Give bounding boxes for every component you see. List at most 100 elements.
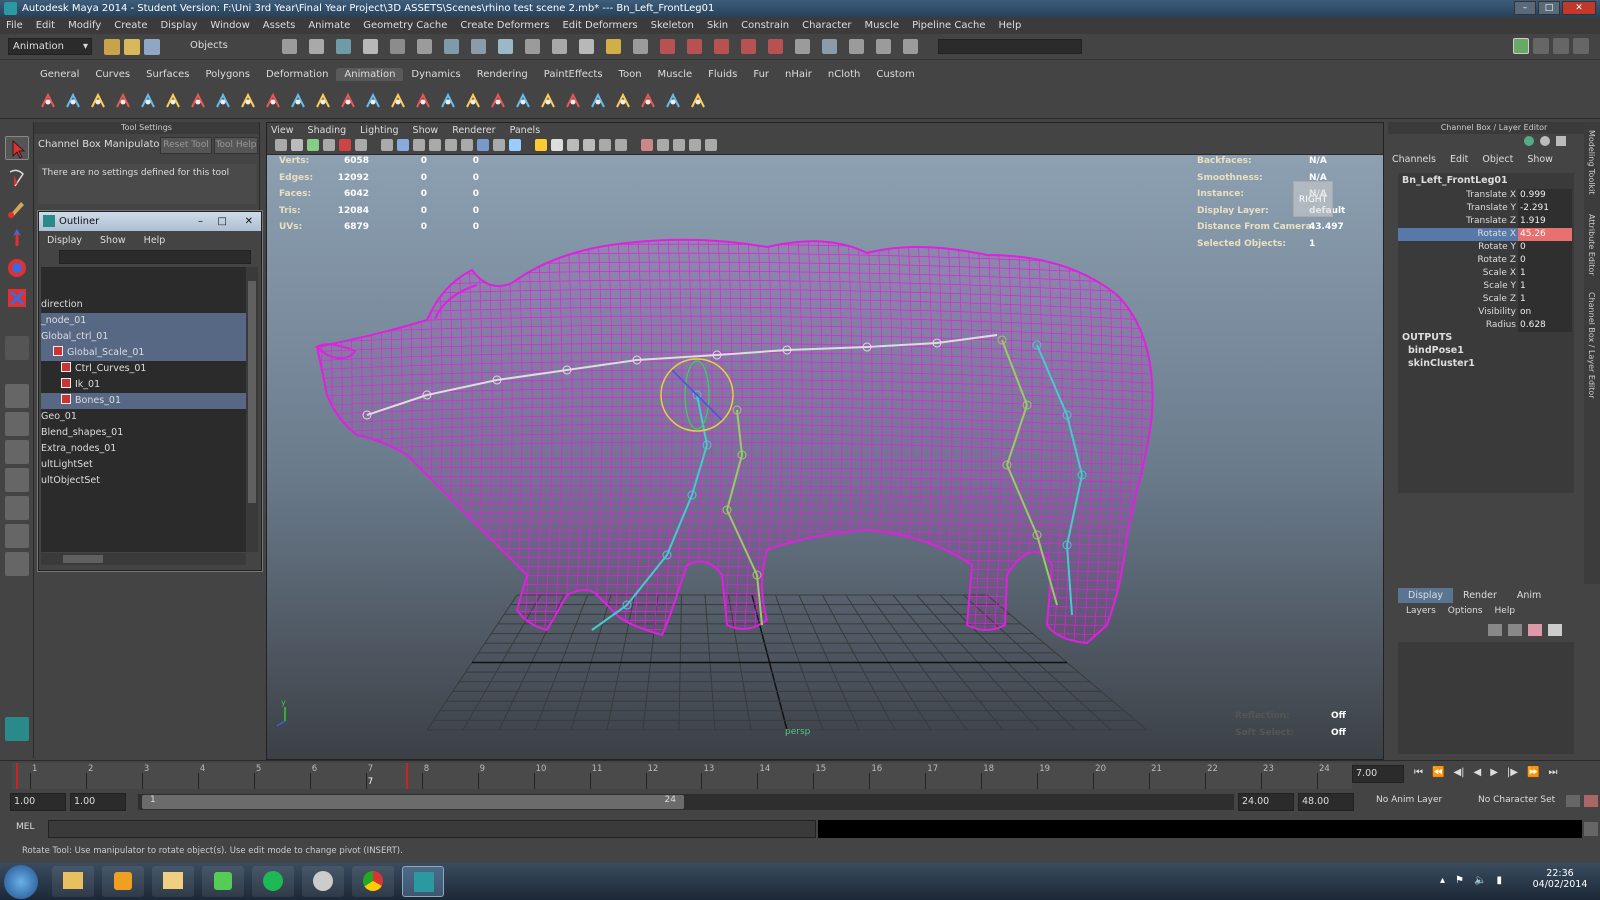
status-tool-21-icon[interactable]: [822, 39, 837, 54]
go-to-end-icon[interactable]: ⏭: [1548, 767, 1557, 778]
move-tool-icon[interactable]: [5, 226, 29, 250]
output-skincluster1[interactable]: skinCluster1: [1408, 358, 1475, 369]
channel-box-toggle-icon[interactable]: [1573, 38, 1589, 54]
tool-help-button[interactable]: Tool Help: [214, 137, 258, 154]
quick-select-input[interactable]: [938, 39, 1082, 54]
shelf-tab-painteffects[interactable]: PaintEffects: [536, 68, 611, 81]
layout-uv-icon[interactable]: [5, 552, 29, 576]
status-tool-14-icon[interactable]: [633, 39, 648, 54]
shelf-tool-4-icon[interactable]: [113, 91, 133, 111]
attribute-editor-toggle-icon[interactable]: [1533, 38, 1549, 54]
status-tool-7-icon[interactable]: [444, 39, 459, 54]
last-tool-icon[interactable]: [5, 336, 29, 360]
viewport-tool-14-icon[interactable]: [493, 139, 505, 151]
shelf-tool-13-icon[interactable]: [338, 91, 358, 111]
status-tool-6-icon[interactable]: [417, 39, 432, 54]
shelf-tool-1-icon[interactable]: [38, 91, 58, 111]
channel-menu-object[interactable]: Object: [1482, 154, 1513, 165]
perspective-viewport[interactable]: View Shading Lighting Show Renderer Panels Ve…: [266, 122, 1384, 760]
outliner-item-ultlightset[interactable]: ultLightSet: [41, 457, 246, 473]
outliner-item-geo-01[interactable]: Geo_01: [41, 409, 246, 425]
layer-menu-layers[interactable]: Layers: [1406, 606, 1436, 616]
viewport-tool-19-icon[interactable]: [583, 139, 595, 151]
character-set-dropdown[interactable]: No Character Set: [1478, 795, 1555, 805]
time-slider[interactable]: 1 2 3 4 5 6 7 8 9 10 11 12 13 14 15 16 17 18 19 20 21 22 23 24 7…: [0, 760, 1600, 790]
channel-rotate-z[interactable]: Rotate Z0: [1398, 254, 1572, 267]
layout-side-icon[interactable]: [5, 440, 29, 464]
start-button-icon[interactable]: [4, 865, 38, 899]
layer-menu-options[interactable]: Options: [1448, 606, 1483, 616]
outliner-maximize-button[interactable]: □: [218, 212, 227, 231]
shelf-tab-fluids[interactable]: Fluids: [700, 68, 745, 81]
new-layer-selected-icon[interactable]: [1508, 624, 1522, 636]
add-layer-icon[interactable]: [1528, 624, 1542, 636]
shelf-tool-20-icon[interactable]: [513, 91, 533, 111]
layout-outliner-icon[interactable]: [5, 468, 29, 492]
menu-edit[interactable]: Edit: [36, 20, 55, 31]
playback-start-field[interactable]: 1.00: [70, 793, 126, 811]
channel-value[interactable]: on: [1518, 306, 1572, 319]
outliner-menu-help[interactable]: Help: [144, 235, 166, 246]
viewport-tool-2-icon[interactable]: [291, 139, 303, 151]
range-track[interactable]: 1 24: [138, 794, 1234, 810]
viewport-tool-13-icon[interactable]: [477, 139, 489, 151]
status-tool-8-icon[interactable]: [471, 39, 486, 54]
current-frame-marker[interactable]: [405, 763, 408, 789]
outliner-hscrollbar[interactable]: [41, 553, 246, 565]
shelf-tool-6-icon[interactable]: [163, 91, 183, 111]
layout-hypershade-icon[interactable]: [5, 524, 29, 548]
play-backward-icon[interactable]: ◀: [1474, 767, 1482, 778]
status-tool-10-icon[interactable]: [525, 39, 540, 54]
tray-expand-icon[interactable]: ▴: [1440, 875, 1445, 886]
step-back-key-icon[interactable]: ⏪: [1432, 767, 1444, 778]
side-tab-modeling-toolkit[interactable]: Modeling Toolkit: [1587, 130, 1596, 194]
status-tool-9-icon[interactable]: [498, 39, 513, 54]
shelf-tool-8-icon[interactable]: [213, 91, 233, 111]
folder-icon[interactable]: [152, 866, 194, 897]
viewport-tool-16-icon[interactable]: [535, 139, 547, 151]
menu-constrain[interactable]: Constrain: [741, 20, 789, 31]
channel-translate-y[interactable]: Translate Y -2.291: [1398, 202, 1572, 215]
channel-menu-show[interactable]: Show: [1527, 154, 1553, 165]
maximize-button[interactable]: □: [1538, 1, 1560, 15]
shelf-tab-toon[interactable]: Toon: [611, 68, 650, 81]
shelf-tool-11-icon[interactable]: [288, 91, 308, 111]
new-scene-icon[interactable]: [104, 39, 120, 55]
channel-menu-edit[interactable]: Edit: [1450, 154, 1468, 165]
animation-start-field[interactable]: 1.00: [10, 793, 66, 811]
rotate-tool-icon[interactable]: [5, 256, 29, 280]
anim-layer-dropdown[interactable]: No Anim Layer: [1376, 795, 1442, 805]
viewport-tool-8-icon[interactable]: [397, 139, 409, 151]
viewport-menu-shading[interactable]: Shading: [308, 125, 347, 136]
viewport-tool-1-icon[interactable]: [275, 139, 287, 151]
status-tool-20-icon[interactable]: [795, 39, 810, 54]
shelf-tab-surfaces[interactable]: Surfaces: [138, 68, 197, 81]
viewport-tool-25-icon[interactable]: [689, 139, 701, 151]
viewport-tool-5-icon[interactable]: [339, 139, 351, 151]
tool-settings-toggle-icon[interactable]: [1553, 38, 1569, 54]
channel-value[interactable]: 1: [1518, 267, 1572, 280]
status-tool-11-icon[interactable]: [552, 39, 567, 54]
auto-key-icon[interactable]: [1566, 795, 1580, 807]
shelf-tab-nhair[interactable]: nHair: [777, 68, 820, 81]
outliner-vscrollbar[interactable]: [246, 267, 258, 552]
channel-value[interactable]: 0: [1518, 241, 1572, 254]
outliner-item-extra-nodes-01[interactable]: Extra_nodes_01: [41, 441, 246, 457]
channel-scale-z[interactable]: Scale Z1: [1398, 293, 1572, 306]
viewport-tool-11-icon[interactable]: [445, 139, 457, 151]
viewport-tool-22-icon[interactable]: [641, 139, 653, 151]
channel-value[interactable]: 0.999: [1518, 189, 1572, 202]
menu-pipeline-cache[interactable]: Pipeline Cache: [912, 20, 985, 31]
channel-scale-x[interactable]: Scale X1: [1398, 267, 1572, 280]
menu-modify[interactable]: Modify: [68, 20, 101, 31]
outliner-item-ctrl-curves-01[interactable]: Ctrl_Curves_01: [41, 361, 246, 377]
shelf-tab-curves[interactable]: Curves: [87, 68, 138, 81]
menu-animate[interactable]: Animate: [308, 20, 350, 31]
viewport-tool-20-icon[interactable]: [599, 139, 611, 151]
shelf-tool-15-icon[interactable]: [388, 91, 408, 111]
shelf-tool-9-icon[interactable]: [238, 91, 258, 111]
viewport-tool-24-icon[interactable]: [673, 139, 685, 151]
time-ruler[interactable]: 1 2 3 4 5 6 7 8 9 10 11 12 13 14 15 16 17 18 19 20 21 22 23 24 7: [12, 763, 1352, 789]
status-tool-19-icon[interactable]: [768, 39, 783, 54]
menu-create[interactable]: Create: [114, 20, 147, 31]
